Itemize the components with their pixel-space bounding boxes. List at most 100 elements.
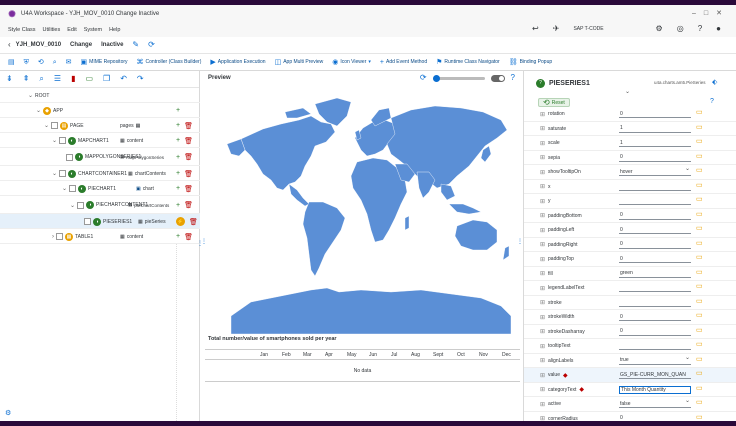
map-australia[interactable] [454, 219, 498, 251]
toolbar-multi-preview[interactable]: ◫ App Multi Preview [275, 59, 324, 66]
tree-row-piechartcontent[interactable]: ⌄ ◑ PIECHARTCONTENT1 ▦ pieChartContents + 🗑 [0, 196, 200, 214]
property-value-select[interactable]: true [619, 354, 691, 365]
checkbox[interactable] [84, 218, 91, 225]
delete-icon[interactable]: 🗑 [184, 137, 193, 145]
property-value-input[interactable]: 0 [619, 226, 691, 234]
checkbox[interactable] [77, 201, 85, 209]
binding-folder-icon[interactable]: ▭ [696, 167, 705, 175]
caret-icon[interactable]: ⌄ [52, 170, 57, 177]
caret-icon[interactable]: ⌄ [28, 92, 33, 99]
back-icon[interactable]: ‹ [8, 41, 11, 49]
map-madagascar[interactable] [404, 215, 410, 231]
delete-icon[interactable]: 🗑 [184, 170, 193, 178]
checkbox[interactable] [51, 122, 59, 129]
property-value-input[interactable]: 0 [619, 313, 691, 321]
checkbox[interactable] [59, 170, 67, 177]
copy-icon[interactable]: ❐ [103, 75, 110, 83]
delete-tree-icon[interactable]: ▮ [71, 75, 75, 83]
refresh-icon[interactable]: ⟳ [148, 41, 155, 49]
property-value-input[interactable]: 0 [619, 328, 691, 336]
minimize-icon[interactable]: – [692, 10, 704, 17]
toolbar-layout-button[interactable]: ▤ [8, 59, 15, 66]
caret-icon[interactable]: ⌄ [36, 107, 41, 114]
tree-row-page[interactable]: ⌄ ▤ PAGE pages ▦ + 🗑 [0, 118, 200, 133]
binding-folder-icon[interactable]: ▭ [696, 182, 705, 190]
help-icon[interactable]: ? [698, 25, 702, 33]
toolbar-search-button[interactable]: ⌕ [53, 59, 57, 66]
find-icon[interactable]: ⌕ [39, 75, 43, 83]
checkbox[interactable] [69, 185, 77, 192]
binding-folder-icon[interactable]: ▭ [696, 269, 705, 277]
chevron-down-icon[interactable]: ⌄ [625, 89, 630, 95]
property-value-input[interactable] [619, 342, 691, 350]
add-icon[interactable]: + [176, 107, 180, 114]
property-value-input[interactable]: 0 [619, 255, 691, 263]
caret-icon[interactable]: › [52, 234, 54, 240]
close-icon[interactable]: ✕ [716, 10, 730, 17]
map-new-zealand[interactable] [502, 245, 510, 261]
tree-row-pieseries[interactable]: ◑ PIESERIES1 ▦ pieSeries ⚡ 🗑 [0, 214, 200, 229]
event-icon[interactable]: ⚡ [176, 217, 185, 226]
tree-row-chartcontainer[interactable]: ⌄ ◐ CHARTCONTAINER1 ▦ chartContents + 🗑 [0, 166, 200, 181]
binding-folder-icon[interactable]: ▭ [696, 414, 705, 422]
add-icon[interactable]: + [176, 185, 180, 192]
binding-folder-icon[interactable]: ▭ [696, 327, 705, 335]
binding-folder-icon[interactable]: ▭ [696, 124, 705, 132]
menu-help[interactable]: Help [109, 27, 120, 33]
caret-icon[interactable]: ⌄ [62, 185, 67, 192]
property-value-input[interactable]: 0 [619, 212, 691, 220]
property-value-input[interactable] [619, 299, 691, 307]
checkbox[interactable] [56, 233, 63, 240]
map-south-america[interactable] [302, 201, 346, 277]
binding-folder-icon[interactable]: ▭ [696, 225, 705, 233]
zoom-slider-handle[interactable] [432, 74, 440, 82]
expand-all-icon[interactable]: ⇟ [6, 75, 13, 83]
binding-folder-icon[interactable]: ▭ [696, 312, 705, 320]
tcode-label[interactable]: SAP T-CODE [573, 26, 603, 32]
property-value-select[interactable]: hover [619, 165, 691, 176]
add-icon[interactable]: + [176, 137, 180, 144]
settings-icon[interactable]: ⚙ [5, 410, 11, 417]
tree-row-mappolygonseries[interactable]: ◑ MAPPOLYGONSERIES1 ▦ mapPolygonSeries + 🗑 [0, 148, 200, 166]
binding-folder-icon[interactable]: ▭ [696, 298, 705, 306]
menu-edit[interactable]: Edit [67, 27, 76, 33]
delete-icon[interactable]: 🗑 [184, 185, 193, 193]
tree-row-piechart[interactable]: ⌄ ◐ PIECHART1 ▣ chart + 🗑 [0, 181, 200, 196]
binding-folder-icon[interactable]: ▭ [696, 341, 705, 349]
binding-folder-icon[interactable]: ▭ [696, 283, 705, 291]
property-value-input[interactable]: This Month Quantity [619, 385, 691, 394]
property-value-input[interactable] [619, 183, 691, 191]
property-value-input[interactable] [619, 284, 691, 292]
delete-icon[interactable]: 🗑 [184, 122, 193, 130]
binding-folder-icon[interactable]: ▭ [696, 356, 705, 364]
tree-row-root[interactable]: ⌄ ROOT [0, 88, 200, 103]
undo-icon[interactable]: ↶ [120, 75, 127, 83]
property-value-input[interactable]: green [619, 270, 691, 278]
binding-folder-icon[interactable]: ▭ [696, 399, 705, 407]
delete-icon[interactable]: 🗑 [189, 218, 198, 226]
refresh-icon[interactable]: ⟳ [420, 74, 427, 82]
toolbar-app-execution[interactable]: ▶ Application Execution [210, 59, 265, 66]
zoom-slider[interactable] [432, 74, 485, 82]
caret-icon[interactable]: ⌄ [44, 122, 49, 129]
binding-folder-icon[interactable]: ▭ [696, 254, 705, 262]
property-value-input[interactable]: 1 [619, 125, 691, 133]
checkbox[interactable] [59, 137, 67, 144]
reset-button[interactable]: ⟲ Reset [538, 98, 570, 107]
property-value-input[interactable]: 0 [619, 415, 691, 421]
add-icon[interactable]: + [176, 202, 180, 209]
map-indonesia[interactable] [448, 203, 482, 215]
map-arctic-islands[interactable] [284, 107, 312, 119]
binding-folder-icon[interactable]: ▭ [696, 211, 705, 219]
redo-icon[interactable]: ↷ [137, 75, 144, 83]
property-value-select[interactable]: false [619, 397, 691, 408]
user-icon[interactable]: ● [716, 25, 721, 33]
delete-icon[interactable]: 🗑 [184, 201, 193, 209]
expand-icon[interactable]: ⬖ [712, 79, 717, 86]
back-arrow-icon[interactable]: ↩ [532, 25, 539, 33]
collapse-all-icon[interactable]: ⇞ [23, 75, 30, 83]
toolbar-add-event[interactable]: + Add Event Method [380, 59, 427, 66]
checkbox[interactable] [66, 153, 73, 161]
splitter-handle-left-icon[interactable]: ⋮ [201, 239, 207, 245]
toolbar-binding-popup[interactable]: ⛓ Binding Popup [509, 59, 552, 66]
